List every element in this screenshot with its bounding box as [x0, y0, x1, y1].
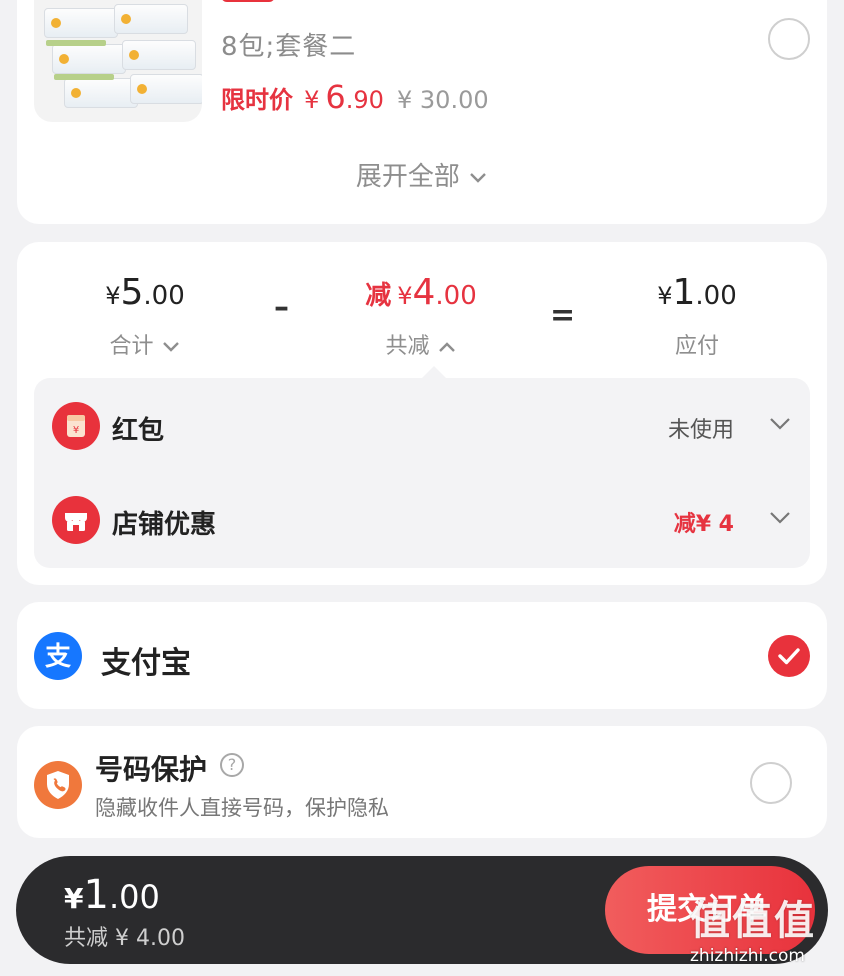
expand-all-label: 展开全部 [355, 162, 460, 192]
chevron-down-icon [770, 418, 790, 430]
product-card: 8包;套餐二 限时价 ¥6.90 ¥ 30.00 展开全部 [17, 0, 827, 224]
watermark-site: zhizhizhi.com [690, 946, 805, 966]
expand-all-button[interactable]: 展开全部 [17, 156, 827, 193]
shop-icon [52, 496, 100, 544]
limited-price-label: 限时价 [221, 86, 293, 114]
watermark-logo: 值值值 [690, 898, 816, 944]
chevron-down-icon [470, 172, 486, 183]
svg-text:支: 支 [45, 642, 71, 672]
payment-method-card[interactable]: 支 支付宝 [17, 602, 827, 709]
red-packet-status: 未使用 [667, 418, 734, 443]
product-thumbnail[interactable] [34, 0, 202, 122]
number-protection-description: 隐藏收件人直接号码，保护隐私 [95, 796, 389, 820]
current-price: ¥6.90 [304, 78, 384, 116]
alipay-icon: 支 [34, 632, 82, 680]
payable-label: 应付 [674, 334, 719, 359]
red-packet-icon: ¥ [52, 402, 100, 450]
shop-discount-title: 店铺优惠 [112, 510, 217, 540]
equals-operator: = [550, 298, 576, 333]
check-icon[interactable] [768, 635, 810, 677]
phone-shield-icon [34, 761, 82, 809]
product-spec: 8包;套餐二 [221, 32, 357, 62]
wipes-pack-image [64, 78, 138, 108]
chevron-down-icon [770, 512, 790, 524]
payable-column: ¥1.00 应付 [597, 272, 797, 360]
watermark: 值值值 zhizhizhi.com [690, 888, 840, 976]
wipes-pack-image [44, 8, 118, 38]
minus-operator: – [274, 290, 289, 325]
wipes-pack-image [130, 74, 202, 104]
svg-text:¥: ¥ [73, 425, 79, 436]
reduction-label: 共减 [321, 328, 521, 360]
shop-discount-value: 减¥ 4 [673, 512, 734, 537]
checkout-total-amount: ¥1.00 [64, 872, 160, 918]
payment-method-label: 支付宝 [101, 646, 191, 681]
reduction-column[interactable]: 减 ¥4.00 共减 [321, 272, 521, 360]
help-icon[interactable]: ? [220, 753, 244, 777]
red-packet-row[interactable]: ¥ 红包 未使用 [34, 390, 810, 460]
product-price-row: 限时价 ¥6.90 ¥ 30.00 [221, 78, 489, 116]
discount-detail-panel: ¥ 红包 未使用 店铺优惠 减¥ 4 [34, 366, 810, 568]
product-promo-tag [221, 0, 275, 2]
price-summary-card: ¥5.00 合计 – 减 ¥4.00 共减 = ¥1.00 应付 ¥ 红包 未使… [17, 242, 827, 585]
checkout-reduction: 共减 ¥ 4.00 [64, 926, 185, 951]
shop-discount-row[interactable]: 店铺优惠 减¥ 4 [34, 484, 810, 554]
wipes-pack-image [114, 4, 188, 34]
payable-amount: ¥1.00 [657, 272, 737, 313]
wipes-pack-image [122, 40, 196, 70]
reduction-amount: 减 ¥4.00 [365, 272, 477, 313]
original-price: ¥ 30.00 [397, 86, 489, 114]
red-packet-title: 红包 [112, 416, 165, 446]
wipes-stripe [46, 40, 106, 46]
wipes-pack-image [52, 44, 126, 74]
total-column[interactable]: ¥5.00 合计 [45, 272, 245, 360]
number-protection-title: 号码保护 [95, 753, 208, 786]
number-protection-radio[interactable] [750, 762, 792, 804]
chevron-down-icon [162, 342, 179, 352]
chevron-up-icon [438, 342, 455, 352]
total-amount: ¥5.00 [105, 272, 185, 313]
total-label: 合计 [45, 328, 245, 360]
product-select-radio[interactable] [768, 18, 810, 60]
number-protection-card: 号码保护 ? 隐藏收件人直接号码，保护隐私 [17, 726, 827, 838]
wipes-stripe [54, 74, 114, 80]
